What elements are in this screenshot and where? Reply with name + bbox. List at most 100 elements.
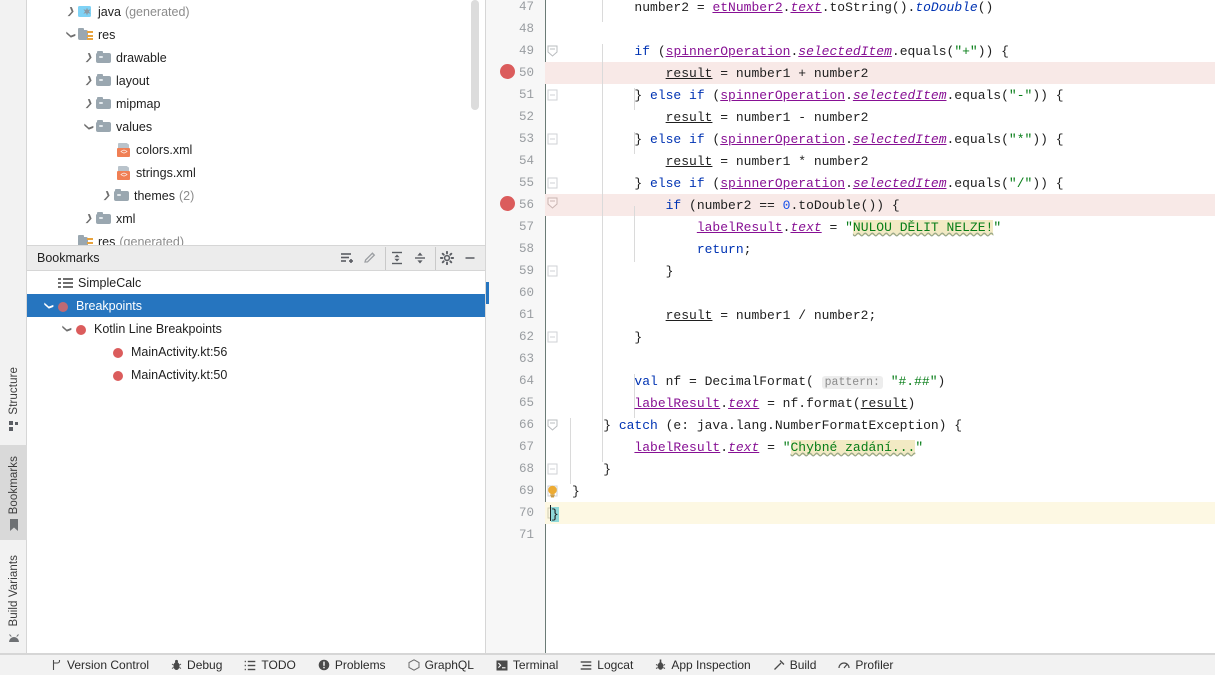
code-line-60[interactable] xyxy=(486,282,1215,304)
tree-row-layout[interactable]: layout xyxy=(27,69,485,92)
bookmark-group-breakpoints[interactable]: Breakpoints xyxy=(27,294,485,317)
gear-icon[interactable] xyxy=(435,247,458,270)
folder-icon xyxy=(96,119,112,135)
inlay-hint-pattern: pattern: xyxy=(822,376,883,389)
bookmark-item-simplecalc[interactable]: SimpleCalc xyxy=(27,271,485,294)
statusbar-label: Build xyxy=(790,658,817,672)
structure-icon xyxy=(9,420,19,434)
expand-all-icon[interactable] xyxy=(385,247,408,270)
code-line-48[interactable] xyxy=(486,18,1215,40)
tree-row-drawable[interactable]: drawable xyxy=(27,46,485,69)
statusbar-build[interactable]: Build xyxy=(762,655,828,675)
statusbar-todo[interactable]: TODO xyxy=(233,655,306,675)
code-line-50[interactable]: result = number1 + number2 xyxy=(486,62,1215,84)
tree-label: values xyxy=(116,120,152,134)
tree-row-values[interactable]: values xyxy=(27,115,485,138)
bookmark-group-kotlin-line-breakpoints[interactable]: Kotlin Line Breakpoints xyxy=(27,317,485,340)
code-line-51[interactable]: } else if (spinnerOperation.selectedItem… xyxy=(486,84,1215,106)
res-folder-icon xyxy=(78,234,94,246)
code-line-56[interactable]: if (number2 == 0.toDouble()) { xyxy=(486,194,1215,216)
statusbar-version-control[interactable]: Version Control xyxy=(40,655,160,675)
tree-label: colors.xml xyxy=(136,143,192,157)
statusbar-label: Debug xyxy=(187,658,222,672)
code-line-69[interactable]: } xyxy=(486,480,1215,502)
code-line-57[interactable]: labelResult.text = "NULOU DĚLIT NELZE!" xyxy=(486,216,1215,238)
bookmark-item-mainactivity-56[interactable]: MainActivity.kt:56 xyxy=(27,340,485,363)
code-line-53[interactable]: } else if (spinnerOperation.selectedItem… xyxy=(486,128,1215,150)
tree-row-xml[interactable]: xml xyxy=(27,207,485,230)
code-line-47[interactable]: number2 = etNumber2.text.toString().toDo… xyxy=(486,0,1215,18)
code-editor[interactable]: 47 48 49 50 51 52 53 54 55 56 57 58 59 6… xyxy=(486,0,1215,654)
code-text-66: } catch (e: java.lang.NumberFormatExcept… xyxy=(572,418,962,433)
code-line-55[interactable]: } else if (spinnerOperation.selectedItem… xyxy=(486,172,1215,194)
tree-row-mipmap[interactable]: mipmap xyxy=(27,92,485,115)
code-text-62: } xyxy=(572,330,642,345)
code-text-51: } else if (spinnerOperation.selectedItem… xyxy=(572,88,1064,103)
tree-row-strings-xml[interactable]: strings.xml xyxy=(27,161,485,184)
project-tree[interactable]: java (generated) res drawable layout mip… xyxy=(27,0,486,245)
bookmark-item-mainactivity-50[interactable]: MainActivity.kt:50 xyxy=(27,363,485,386)
code-line-71[interactable] xyxy=(486,524,1215,546)
chevron-down-icon[interactable] xyxy=(63,30,78,39)
stripe-tab-structure[interactable]: Structure xyxy=(0,358,27,440)
chevron-down-icon[interactable] xyxy=(41,301,56,310)
tree-label: themes xyxy=(134,189,175,203)
statusbar-graphql[interactable]: GraphQL xyxy=(397,655,485,675)
edit-icon[interactable] xyxy=(358,247,381,270)
inspection-icon xyxy=(655,659,666,671)
statusbar-label: Profiler xyxy=(855,658,893,672)
xml-file-icon xyxy=(116,165,132,181)
code-line-66[interactable]: } catch (e: java.lang.NumberFormatExcept… xyxy=(486,414,1215,436)
chevron-right-icon[interactable] xyxy=(81,99,96,108)
code-text-61: result = number1 / number2; xyxy=(572,308,876,323)
chevron-down-icon[interactable] xyxy=(81,122,96,131)
chevron-right-icon[interactable] xyxy=(81,76,96,85)
tree-row-res[interactable]: res xyxy=(27,23,485,46)
statusbar-label: App Inspection xyxy=(671,658,750,672)
chevron-right-icon[interactable] xyxy=(99,191,114,200)
code-line-62[interactable]: } xyxy=(486,326,1215,348)
statusbar-app-inspection[interactable]: App Inspection xyxy=(644,655,761,675)
code-line-61[interactable]: result = number1 / number2; xyxy=(486,304,1215,326)
code-line-70[interactable]: } xyxy=(486,502,1215,524)
code-line-63[interactable] xyxy=(486,348,1215,370)
statusbar-debug[interactable]: Debug xyxy=(160,655,233,675)
breakpoint-dot-icon xyxy=(74,321,90,337)
tree-row-res-generated[interactable]: res (generated) xyxy=(27,230,485,245)
code-line-59[interactable]: } xyxy=(486,260,1215,282)
chevron-right-icon[interactable] xyxy=(81,53,96,62)
code-line-68[interactable]: } xyxy=(486,458,1215,480)
stripe-tab-bookmarks[interactable]: Bookmarks xyxy=(0,445,27,540)
code-line-64[interactable]: val nf = DecimalFormat( pattern: "#.##") xyxy=(486,370,1215,392)
tree-label: drawable xyxy=(116,51,167,65)
project-tree-scrollbar[interactable] xyxy=(471,0,479,110)
minimize-icon[interactable] xyxy=(458,247,481,270)
stripe-tab-build-variants[interactable]: Build Variants xyxy=(0,548,27,652)
code-line-49[interactable]: if (spinnerOperation.selectedItem.equals… xyxy=(486,40,1215,62)
stripe-tab-structure-label: Structure xyxy=(8,367,20,415)
statusbar-profiler[interactable]: Profiler xyxy=(827,655,904,675)
statusbar-terminal[interactable]: Terminal xyxy=(485,655,569,675)
chevron-down-icon[interactable] xyxy=(59,324,74,333)
code-line-67[interactable]: labelResult.text = "Chybné zadání..." xyxy=(486,436,1215,458)
chevron-right-icon[interactable] xyxy=(81,214,96,223)
statusbar-logcat[interactable]: Logcat xyxy=(569,655,644,675)
bookmark-list-icon xyxy=(58,275,74,291)
tree-row-java-generated[interactable]: java (generated) xyxy=(27,0,485,23)
code-text-68: } xyxy=(572,462,611,477)
code-line-52[interactable]: result = number1 - number2 xyxy=(486,106,1215,128)
tree-row-colors-xml[interactable]: colors.xml xyxy=(27,138,485,161)
collapse-all-icon[interactable] xyxy=(408,247,431,270)
chevron-right-icon[interactable] xyxy=(63,7,78,16)
add-bookmark-list-icon[interactable] xyxy=(335,247,358,270)
bookmark-label: Breakpoints xyxy=(76,299,142,313)
code-line-65[interactable]: labelResult.text = nf.format(result) xyxy=(486,392,1215,414)
code-line-54[interactable]: result = number1 * number2 xyxy=(486,150,1215,172)
statusbar-problems[interactable]: Problems xyxy=(307,655,397,675)
code-text-70: } xyxy=(550,505,559,522)
bookmarks-panel: Bookmarks xyxy=(27,245,486,654)
code-line-58[interactable]: return; xyxy=(486,238,1215,260)
tree-row-themes[interactable]: themes (2) xyxy=(27,184,485,207)
bookmark-label: SimpleCalc xyxy=(78,276,141,290)
bookmark-label: MainActivity.kt:50 xyxy=(131,368,227,382)
